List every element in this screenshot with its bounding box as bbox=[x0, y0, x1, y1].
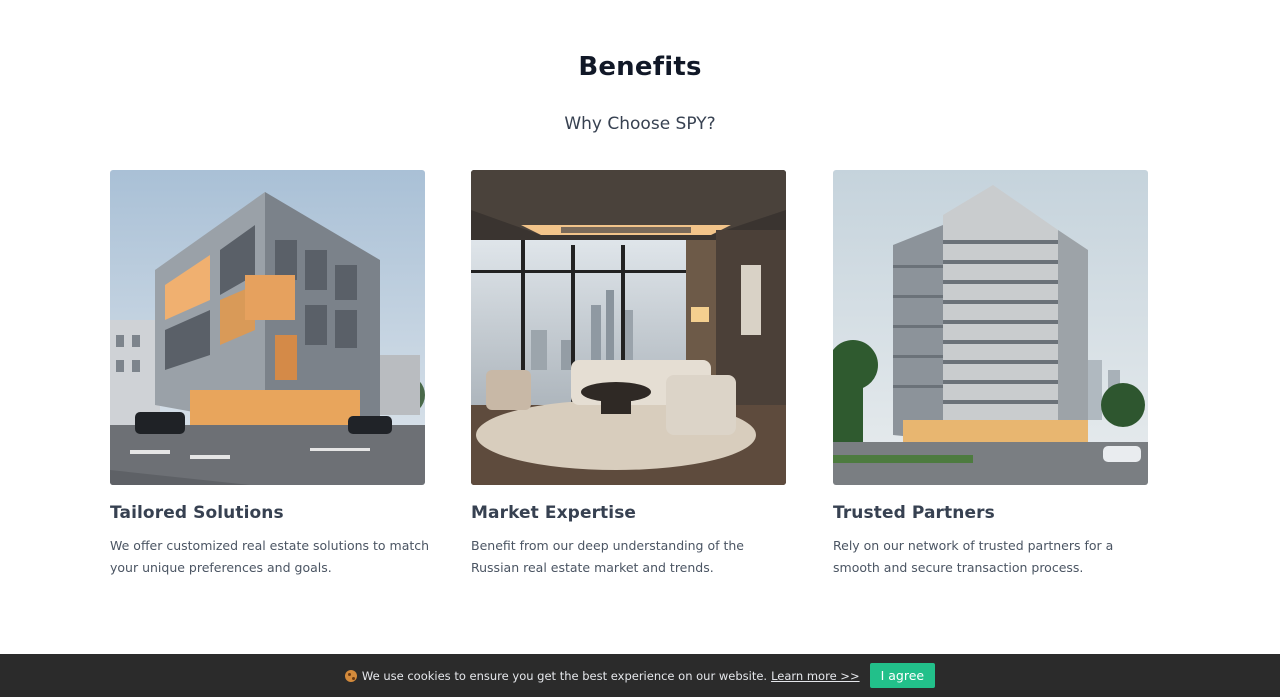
cookie-icon bbox=[344, 669, 357, 682]
card-description: Rely on our network of trusted partners … bbox=[833, 538, 1114, 575]
living-room-image bbox=[471, 170, 786, 485]
learn-more-link[interactable]: Learn more >> bbox=[771, 669, 860, 683]
benefits-section: Benefits Why Choose SPY? Tailored Soluti… bbox=[0, 0, 1280, 654]
card-description: We offer customized real estate solution… bbox=[110, 538, 430, 575]
benefit-card-market-expertise: Market Expertise Benefit from our deep u… bbox=[471, 170, 786, 579]
benefit-card-tailored-solutions: Tailored Solutions We offer customized r… bbox=[110, 170, 429, 579]
office-building-image bbox=[110, 170, 425, 485]
card-title: Tailored Solutions bbox=[110, 503, 284, 523]
benefit-card-trusted-partners: Trusted Partners Rely on our network of … bbox=[833, 170, 1148, 579]
section-subtitle: Why Choose SPY? bbox=[564, 114, 716, 134]
card-description: Benefit from our deep understanding of t… bbox=[471, 538, 744, 575]
residential-tower-image bbox=[833, 170, 1148, 485]
cookie-consent-bar: We use cookies to ensure you get the bes… bbox=[0, 654, 1280, 697]
agree-button[interactable]: I agree bbox=[869, 663, 936, 688]
card-title: Market Expertise bbox=[471, 503, 637, 523]
section-title: Benefits bbox=[578, 52, 702, 82]
cookie-message: We use cookies to ensure you get the bes… bbox=[361, 668, 768, 683]
card-title: Trusted Partners bbox=[833, 503, 995, 523]
